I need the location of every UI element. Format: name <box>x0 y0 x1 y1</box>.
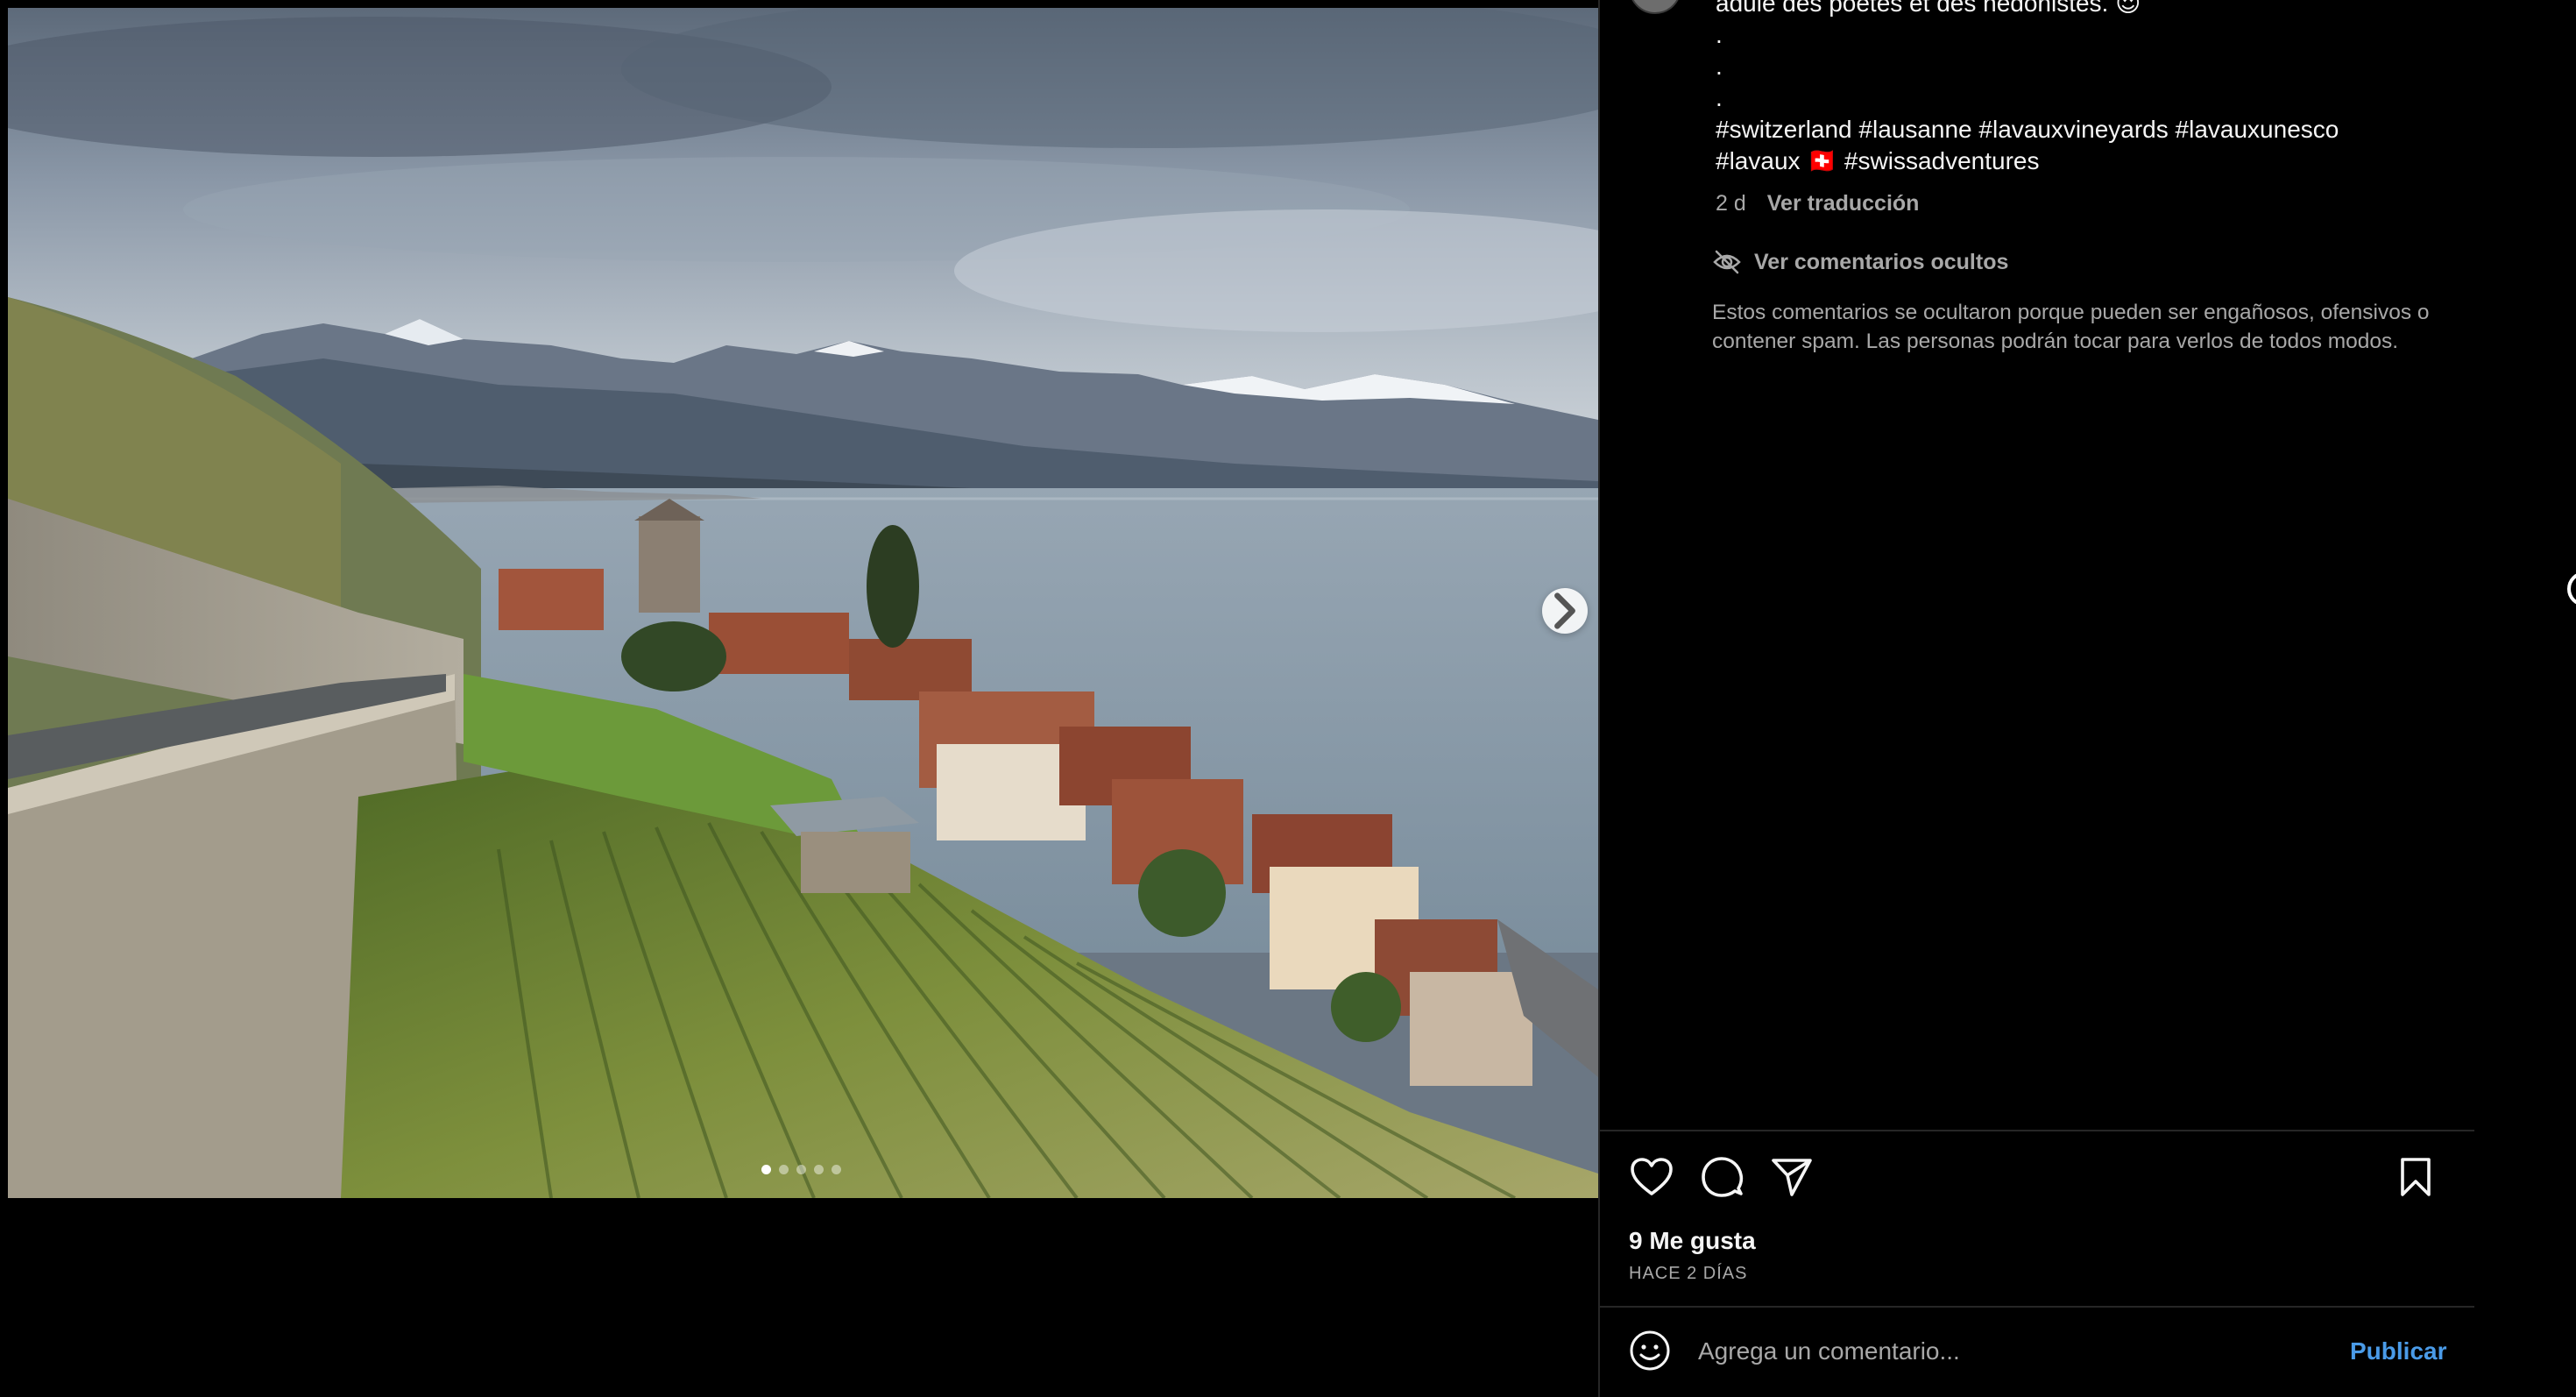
see-translation-link[interactable]: Ver traducción <box>1767 191 1920 216</box>
divider <box>1600 1130 2474 1131</box>
eye-off-icon <box>1713 250 1741 274</box>
hidden-comments-note: Estos comentarios se ocultaron porque pu… <box>1712 301 2430 353</box>
carousel-dot <box>779 1165 789 1174</box>
caption-line: . <box>1716 53 1723 80</box>
caption-hashtags[interactable]: #switzerland #lausanne #lavauxvineyards … <box>1716 114 2452 145</box>
caption-line: . <box>1716 21 1723 48</box>
caption-line: . <box>1716 84 1723 111</box>
next-photo-button[interactable] <box>1542 588 1588 634</box>
post-actions <box>1628 1153 2443 1202</box>
smiley-icon <box>1630 1330 1670 1371</box>
hidden-comments-label: Ver comentarios ocultos <box>1754 249 2009 274</box>
caption-line: adulé des poètes et des hédonistes. 😍 <box>1716 0 2141 17</box>
bookmark-icon <box>2401 1158 2431 1196</box>
lavaux-vineyard-photo <box>8 8 1598 1198</box>
comment-input[interactable] <box>1696 1327 2310 1376</box>
send-icon <box>1772 1159 1812 1196</box>
next-post-button[interactable] <box>2567 571 2576 606</box>
post-timestamp: HACE 2 DÍAS <box>1629 1264 1748 1283</box>
post-photo[interactable] <box>8 8 1598 1198</box>
publish-button[interactable]: Publicar <box>2350 1337 2446 1365</box>
carousel-indicator <box>761 1165 841 1174</box>
comment-button[interactable] <box>1698 1153 1745 1201</box>
caption-meta: 2 d Ver traducción <box>1716 191 1919 216</box>
comment-icon <box>1702 1157 1744 1197</box>
post-details-panel: adulé des poètes et des hédonistes. 😍 . … <box>1598 0 2474 1397</box>
carousel-dot <box>832 1165 841 1174</box>
post-caption: adulé des poètes et des hédonistes. 😍 . … <box>1716 0 2452 177</box>
like-button[interactable] <box>1628 1153 1675 1201</box>
caption-hashtags[interactable]: #lavaux 🇨🇭 #swissadventures <box>1716 145 2452 177</box>
heart-icon <box>1631 1158 1673 1195</box>
view-hidden-comments-button[interactable]: Ver comentarios ocultos <box>1712 249 2008 275</box>
post-age: 2 d <box>1716 191 1746 216</box>
comment-bar: Publicar <box>1600 1308 2474 1397</box>
share-button[interactable] <box>1768 1153 1815 1201</box>
carousel-dot <box>814 1165 824 1174</box>
likes-count[interactable]: 9 Me gusta <box>1629 1227 1756 1255</box>
carousel-dot <box>796 1165 806 1174</box>
avatar[interactable] <box>1629 0 1681 14</box>
emoji-button[interactable] <box>1628 1329 1672 1372</box>
carousel-dot <box>761 1165 771 1174</box>
save-button[interactable] <box>2392 1153 2439 1201</box>
chevron-right-icon <box>1554 592 1575 629</box>
